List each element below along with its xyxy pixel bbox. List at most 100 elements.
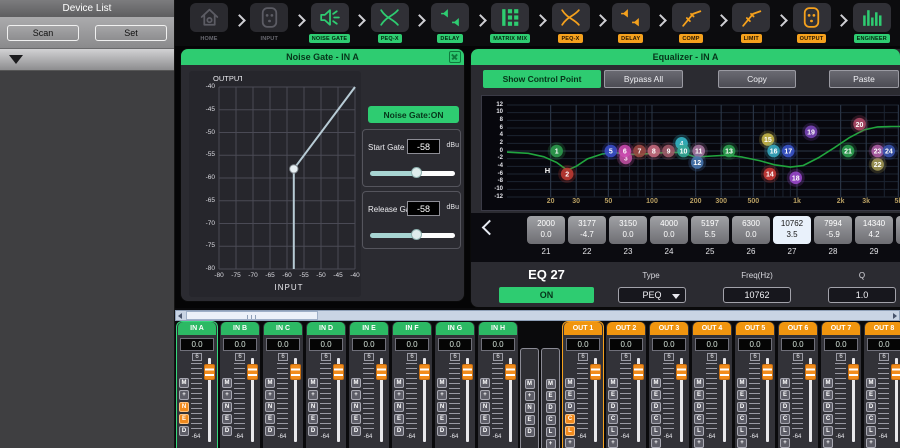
channel-gain-value[interactable]: 0.0 (695, 338, 729, 351)
channel-button-e[interactable]: E (823, 390, 833, 400)
channel-button-d[interactable]: D (694, 402, 704, 412)
channel-button-d[interactable]: D (651, 402, 661, 412)
master-button-c[interactable]: C (546, 415, 556, 425)
channel-button-m[interactable]: M (694, 378, 704, 388)
start-gate-slider[interactable] (370, 167, 455, 179)
channel-header[interactable]: OUT 1 (564, 322, 602, 335)
eq-point-17[interactable]: 17 (779, 142, 797, 160)
set-button[interactable]: Set (95, 25, 167, 41)
channel-gain-value[interactable]: 0.0 (609, 338, 643, 351)
channel-button-e[interactable]: E (265, 414, 275, 424)
channel-gain-value[interactable]: 0.0 (652, 338, 686, 351)
channel-button-n[interactable]: N (222, 402, 232, 412)
fader-handle[interactable] (590, 364, 601, 380)
channel-button-+[interactable]: + (265, 390, 275, 400)
eq-band-cell-28[interactable]: 7994-5.9 (814, 216, 852, 244)
channel-button-n[interactable]: N (394, 402, 404, 412)
master-button-+[interactable]: + (546, 439, 556, 448)
eq-band-cell-22[interactable]: 3177-4.7 (568, 216, 606, 244)
channel-button-m[interactable]: M (222, 378, 232, 388)
chain-item-home[interactable]: HOME (187, 3, 231, 43)
master-button-l[interactable]: L (546, 427, 556, 437)
channel-button-m[interactable]: M (780, 378, 790, 388)
channel-button-e[interactable]: E (179, 414, 189, 424)
channel-button-m[interactable]: M (737, 378, 747, 388)
channel-button-d[interactable]: D (737, 402, 747, 412)
channel-button-n[interactable]: N (480, 402, 490, 412)
eq-band-cell-21[interactable]: 20000.0 (527, 216, 565, 244)
channel-button-c[interactable]: C (608, 414, 618, 424)
channel-header[interactable]: IN B (221, 322, 259, 335)
chain-item-noise-gate[interactable]: NOISE GATE (308, 3, 352, 43)
chain-item-input[interactable]: INPUT (247, 3, 291, 43)
channel-header[interactable]: OUT 5 (736, 322, 774, 335)
fader-handle[interactable] (633, 364, 644, 380)
channel-header[interactable]: IN H (479, 322, 517, 335)
channel-button-c[interactable]: C (737, 414, 747, 424)
eq-point-14[interactable]: 14 (761, 165, 779, 183)
channel-button-+[interactable]: + (437, 390, 447, 400)
release-gate-slider-thumb[interactable] (411, 229, 422, 240)
channel-gain-value[interactable]: 0.0 (352, 338, 386, 351)
eq-point-12[interactable]: 12 (688, 154, 706, 172)
channel-button-+[interactable]: + (179, 390, 189, 400)
fader-handle[interactable] (290, 364, 301, 380)
eq-band-cell-25[interactable]: 51975.5 (691, 216, 729, 244)
channel-button-d[interactable]: D (823, 402, 833, 412)
channel-button-m[interactable]: M (394, 378, 404, 388)
channel-button-d[interactable]: D (565, 402, 575, 412)
scrollbar-right-arrow-icon[interactable] (893, 313, 897, 319)
fader-handle[interactable] (247, 364, 258, 380)
fader-handle[interactable] (848, 364, 859, 380)
channel-button-m[interactable]: M (179, 378, 189, 388)
horizontal-scrollbar[interactable] (175, 310, 900, 321)
scrollbar-left-arrow-icon[interactable] (178, 313, 182, 319)
channel-button-d[interactable]: D (780, 402, 790, 412)
channel-button-e[interactable]: E (565, 390, 575, 400)
fader-handle[interactable] (505, 364, 516, 380)
channel-button-e[interactable]: E (394, 414, 404, 424)
channel-button-e[interactable]: E (694, 390, 704, 400)
channel-button-c[interactable]: C (565, 414, 575, 424)
fader-handle[interactable] (462, 364, 473, 380)
chain-item-comp[interactable]: COMP (669, 3, 713, 43)
channel-button-+[interactable]: + (222, 390, 232, 400)
bypass-all-button[interactable]: Bypass All (604, 70, 683, 88)
channel-button-m[interactable]: M (265, 378, 275, 388)
release-gate-slider[interactable] (370, 229, 455, 241)
channel-header[interactable]: IN E (350, 322, 388, 335)
channel-gain-value[interactable]: 0.0 (438, 338, 472, 351)
channel-button-c[interactable]: C (823, 414, 833, 424)
channel-button-+[interactable]: + (351, 390, 361, 400)
chain-item-delay[interactable]: DELAY (428, 3, 472, 43)
scan-button[interactable]: Scan (7, 25, 79, 41)
channel-button-e[interactable]: E (437, 414, 447, 424)
channel-gain-value[interactable]: 0.0 (566, 338, 600, 351)
fader-handle[interactable] (676, 364, 687, 380)
channel-button-e[interactable]: E (351, 414, 361, 424)
channel-button-c[interactable]: C (866, 414, 876, 424)
chain-item-engineer[interactable]: ENGINEER (850, 3, 894, 43)
master-button-d[interactable]: D (546, 403, 556, 413)
eq-on-button[interactable]: ON (499, 287, 594, 303)
close-icon[interactable] (449, 51, 461, 63)
channel-button-e[interactable]: E (651, 390, 661, 400)
eq-band-cell-partial[interactable] (896, 216, 900, 244)
channel-header[interactable]: OUT 7 (822, 322, 860, 335)
fader-handle[interactable] (376, 364, 387, 380)
chain-item-output[interactable]: OUTPUT (790, 3, 834, 43)
channel-button-n[interactable]: N (351, 402, 361, 412)
eq-point-19[interactable]: 19 (802, 123, 820, 141)
channel-button-m[interactable]: M (351, 378, 361, 388)
channel-header[interactable]: OUT 2 (607, 322, 645, 335)
eq-point-24[interactable]: 24 (880, 142, 898, 160)
channel-button-n[interactable]: N (437, 402, 447, 412)
channel-button-m[interactable]: M (480, 378, 490, 388)
channel-button-d[interactable]: D (608, 402, 618, 412)
eq-point-20[interactable]: 20 (851, 115, 869, 133)
channel-button-e[interactable]: E (480, 414, 490, 424)
master-button-d[interactable]: D (525, 427, 535, 437)
gate-threshold-handle[interactable] (290, 165, 298, 173)
channel-gain-value[interactable]: 0.0 (824, 338, 858, 351)
channel-button-e[interactable]: E (737, 390, 747, 400)
